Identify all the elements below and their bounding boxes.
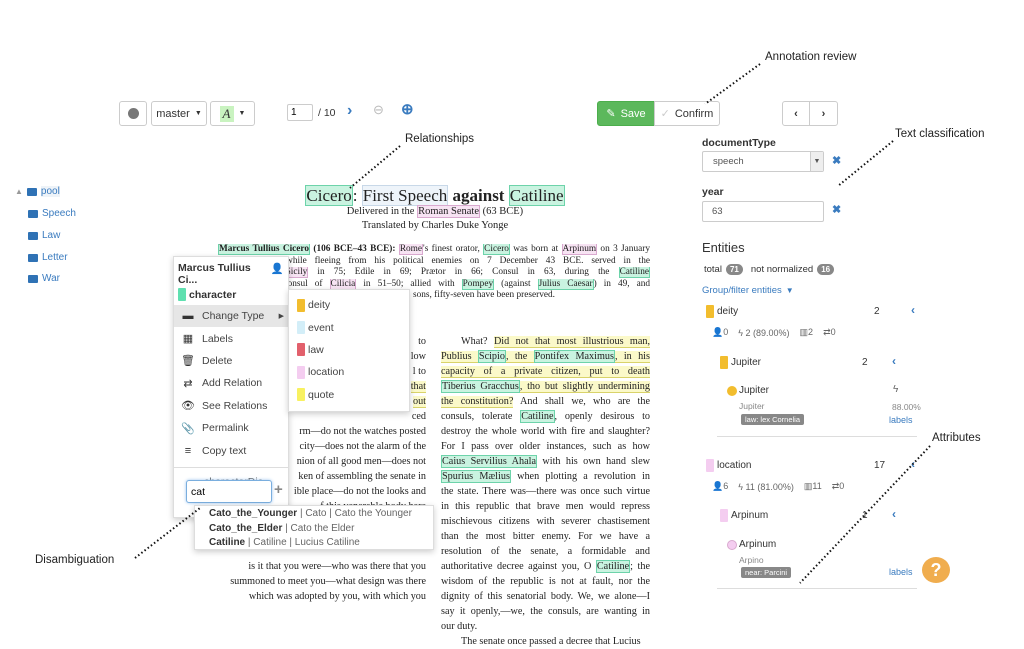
callout-line-attributes (799, 445, 931, 584)
callout-line-classification (837, 140, 894, 187)
callout-lines (134, 63, 931, 584)
annotation-review-note: Annotation review (765, 51, 857, 63)
relationships-note: Relationships (405, 133, 475, 145)
callout-line-disambiguation (134, 507, 201, 559)
attributes-note: Attributes (932, 432, 981, 444)
callout-line-relationships (349, 145, 401, 189)
disambiguation-note: Disambiguation (35, 554, 115, 566)
callout-line-review (704, 63, 761, 105)
text-classification-note: Text classification (895, 128, 985, 140)
